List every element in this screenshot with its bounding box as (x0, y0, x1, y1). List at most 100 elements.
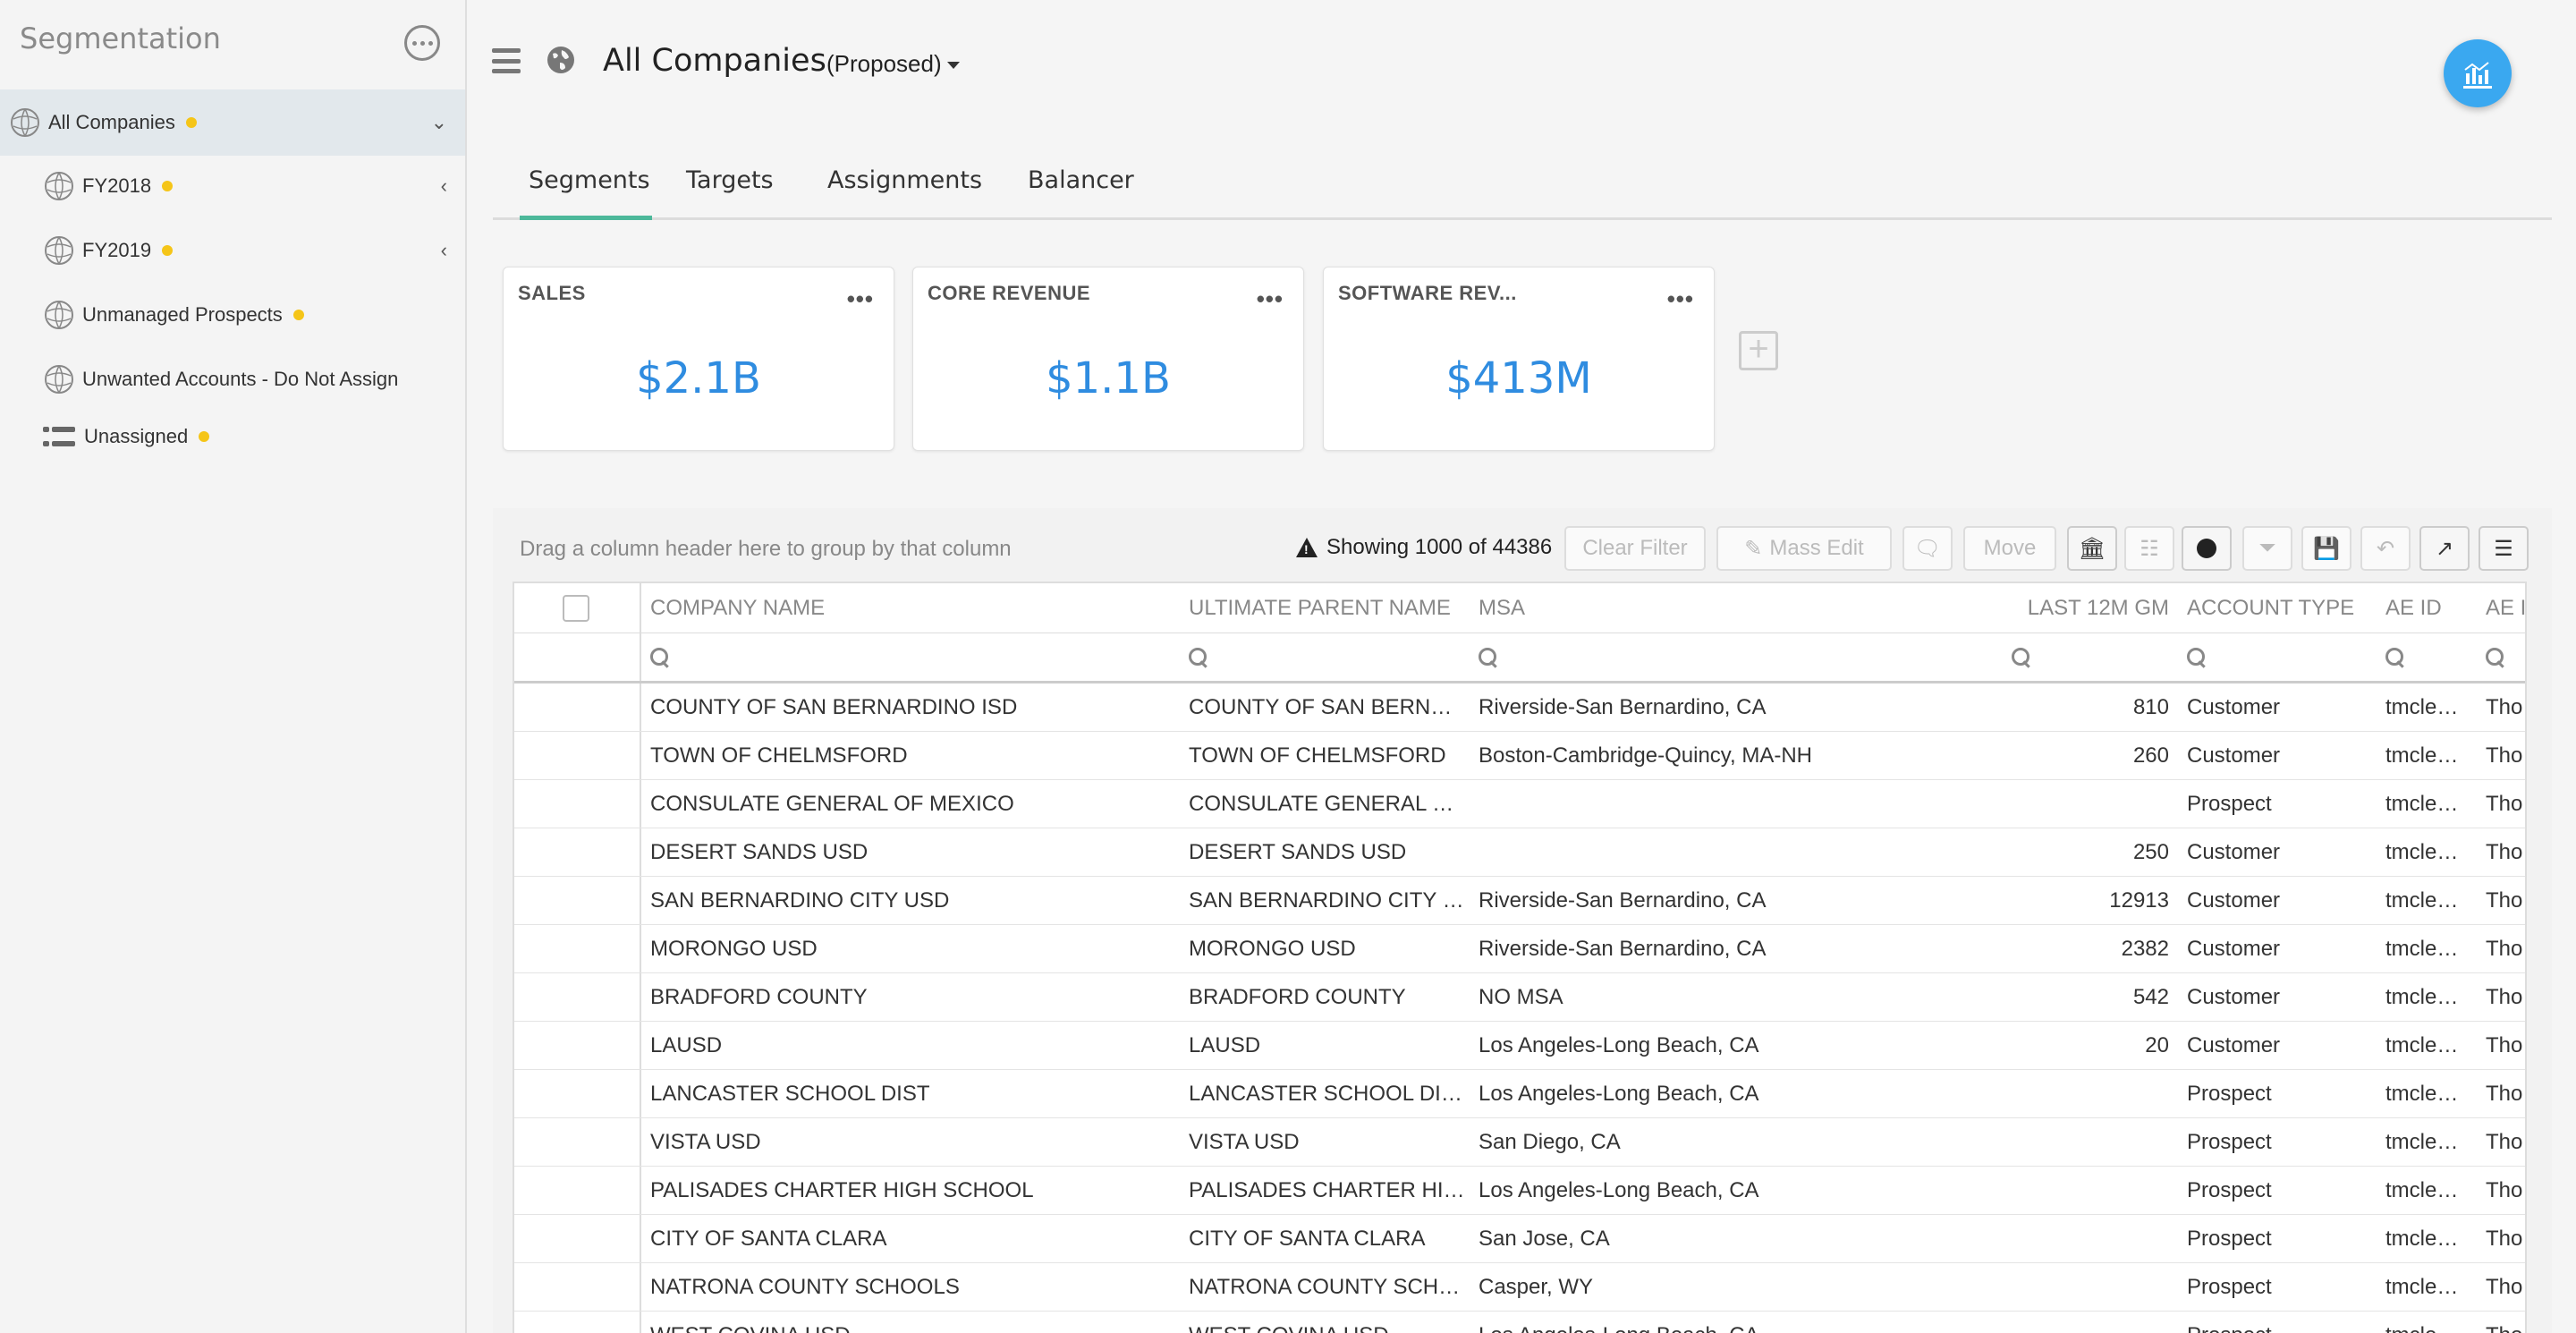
ae-name-cell[interactable]: Tho (2477, 1263, 2525, 1311)
undo-icon[interactable]: ↶ (2360, 526, 2411, 571)
company-name-cell[interactable]: NATRONA COUNTY SCHOOLS (641, 1263, 1178, 1311)
tab-assignments[interactable]: Assignments (827, 166, 982, 220)
msa-cell[interactable]: Los Angeles-Long Beach, CA (1470, 1070, 1970, 1117)
account-type-cell[interactable]: Customer (2178, 877, 2375, 924)
column-filter-gm[interactable] (2003, 633, 2173, 681)
parent-name-cell[interactable]: CITY OF SANTA CLARA (1180, 1215, 1468, 1262)
tree-item-unwanted-accounts[interactable]: Unwanted Accounts - Do Not Assign (43, 361, 454, 397)
column-filter-account-type[interactable] (2178, 633, 2375, 681)
last-12m-gm-cell[interactable]: 542 (1972, 973, 2176, 1021)
ae-id-cell[interactable]: tmcle… (2377, 1215, 2475, 1262)
parent-name-cell[interactable]: SAN BERNARDINO CITY … (1180, 877, 1468, 924)
filter-icon[interactable]: ⏷ (2242, 526, 2292, 571)
company-name-cell[interactable]: CONSULATE GENERAL OF MEXICO (641, 780, 1178, 828)
account-type-cell[interactable]: Prospect (2178, 1118, 2375, 1166)
table-row[interactable]: LAUSD LAUSD Los Angeles-Long Beach, CA 20 Cu… (514, 1022, 2525, 1070)
ae-id-cell[interactable]: tmcle… (2377, 925, 2475, 972)
parent-name-cell[interactable]: NATRONA COUNTY SCH… (1180, 1263, 1468, 1311)
company-name-cell[interactable]: WEST COVINA USD (641, 1312, 1178, 1333)
column-header[interactable]: ACCOUNT TYPE (2178, 583, 2375, 633)
msa-cell[interactable]: Boston-Cambridge-Quincy, MA-NH (1470, 732, 1970, 779)
chevron-left-icon[interactable]: ‹ (441, 174, 447, 198)
table-row[interactable]: SAN BERNARDINO CITY USD SAN BERNARDINO CI… (514, 877, 2525, 925)
account-type-cell[interactable]: Prospect (2178, 1167, 2375, 1214)
msa-cell[interactable]: Riverside-San Bernardino, CA (1470, 683, 1970, 731)
account-type-cell[interactable]: Prospect (2178, 1263, 2375, 1311)
company-name-cell[interactable]: PALISADES CHARTER HIGH SCHOOL (641, 1167, 1178, 1214)
table-row[interactable]: PALISADES CHARTER HIGH SCHOOL PALISADES C… (514, 1167, 2525, 1215)
last-12m-gm-cell[interactable]: 250 (1972, 828, 2176, 876)
comment-icon[interactable]: 🗨 (1902, 526, 1953, 571)
account-type-cell[interactable]: Prospect (2178, 1312, 2375, 1333)
table-row[interactable]: VISTA USD VISTA USD San Diego, CA Prospect t… (514, 1118, 2525, 1167)
ae-name-cell[interactable]: Tho (2477, 973, 2525, 1021)
last-12m-gm-cell[interactable] (1972, 1215, 2176, 1262)
ae-id-cell[interactable]: tmcle… (2377, 1070, 2475, 1117)
last-12m-gm-cell[interactable] (1972, 1263, 2176, 1311)
account-type-cell[interactable]: Customer (2178, 732, 2375, 779)
msa-cell[interactable]: Los Angeles-Long Beach, CA (1470, 1022, 1970, 1069)
account-type-cell[interactable]: Prospect (2178, 1070, 2375, 1117)
table-row[interactable]: CONSULATE GENERAL OF MEXICO CONSULATE GEN… (514, 780, 2525, 828)
last-12m-gm-cell[interactable] (1972, 1312, 2176, 1333)
company-name-cell[interactable]: SAN BERNARDINO CITY USD (641, 877, 1178, 924)
company-name-cell[interactable]: LAUSD (641, 1022, 1178, 1069)
last-12m-gm-cell[interactable]: 12913 (1972, 877, 2176, 924)
chevron-down-icon[interactable]: ⌄ (431, 111, 447, 134)
last-12m-gm-cell[interactable] (1972, 1118, 2176, 1166)
table-row[interactable]: DESERT SANDS USD DESERT SANDS USD 250 Custo… (514, 828, 2525, 877)
account-type-cell[interactable]: Prospect (2178, 780, 2375, 828)
last-12m-gm-cell[interactable]: 260 (1972, 732, 2176, 779)
msa-cell[interactable]: Casper, WY (1470, 1263, 1970, 1311)
metric-card-software-revenue[interactable]: SOFTWARE REV... ••• $413M (1323, 267, 1715, 451)
columns-icon[interactable]: ☰ (2479, 526, 2529, 571)
table-row[interactable]: LANCASTER SCHOOL DIST LANCASTER SCHOOL DI… (514, 1070, 2525, 1118)
more-options-icon[interactable] (404, 25, 440, 61)
account-type-cell[interactable]: Customer (2178, 828, 2375, 876)
metric-card-core-revenue[interactable]: CORE REVENUE ••• $1.1B (912, 267, 1304, 451)
column-header[interactable]: LAST 12M GM (1972, 583, 2176, 633)
company-name-cell[interactable]: DESERT SANDS USD (641, 828, 1178, 876)
tab-segments[interactable]: Segments (520, 166, 652, 220)
bank-icon[interactable]: 🏛 (2067, 526, 2117, 571)
ae-id-cell[interactable]: tmcle… (2377, 683, 2475, 731)
ae-id-cell[interactable]: tmcle… (2377, 828, 2475, 876)
analytics-chart-button[interactable] (2444, 39, 2512, 107)
tree-item-unmanaged-prospects[interactable]: Unmanaged Prospects (43, 297, 454, 333)
tab-balancer[interactable]: Balancer (1028, 166, 1134, 220)
ae-id-cell[interactable]: tmcle… (2377, 973, 2475, 1021)
account-type-cell[interactable]: Customer (2178, 973, 2375, 1021)
table-row[interactable]: NATRONA COUNTY SCHOOLS NATRONA COUNTY SCH… (514, 1263, 2525, 1312)
parent-name-cell[interactable]: COUNTY OF SAN BERN… (1180, 683, 1468, 731)
hamburger-menu-icon[interactable] (492, 48, 521, 73)
last-12m-gm-cell[interactable] (1972, 1070, 2176, 1117)
ae-id-cell[interactable]: tmcle… (2377, 1022, 2475, 1069)
column-filter-msa[interactable] (1470, 633, 1970, 681)
ae-id-cell[interactable]: tmcle… (2377, 1118, 2475, 1166)
ae-id-cell[interactable]: tmcle… (2377, 780, 2475, 828)
last-12m-gm-cell[interactable] (1972, 1167, 2176, 1214)
ae-name-cell[interactable]: Tho (2477, 1070, 2525, 1117)
move-button[interactable]: Move (1963, 526, 2056, 571)
table-row[interactable]: COUNTY OF SAN BERNARDINO ISD COUNTY OF SA… (514, 683, 2525, 732)
tree-item-all-companies[interactable]: All Companies ⌄ (0, 89, 465, 156)
msa-cell[interactable]: San Diego, CA (1470, 1118, 1970, 1166)
column-filter-parent[interactable] (1180, 633, 1468, 681)
chevron-left-icon[interactable]: ‹ (441, 239, 447, 262)
column-filter-company[interactable] (641, 633, 1178, 681)
column-header[interactable]: MSA (1470, 583, 1738, 633)
ae-name-cell[interactable]: Tho (2477, 732, 2525, 779)
ae-id-cell[interactable]: tmcle… (2377, 1263, 2475, 1311)
tree-item-fy2019[interactable]: FY2019 ‹ (43, 233, 454, 268)
ae-name-cell[interactable]: Tho (2477, 925, 2525, 972)
select-all-checkbox-cell[interactable] (554, 583, 607, 633)
ae-id-cell[interactable]: tmcle… (2377, 1167, 2475, 1214)
msa-cell[interactable]: Riverside-San Bernardino, CA (1470, 877, 1970, 924)
ae-name-cell[interactable]: Tho (2477, 877, 2525, 924)
msa-cell[interactable]: Riverside-San Bernardino, CA (1470, 925, 1970, 972)
table-row[interactable]: BRADFORD COUNTY BRADFORD COUNTY NO MSA 542 C… (514, 973, 2525, 1022)
company-name-cell[interactable]: VISTA USD (641, 1118, 1178, 1166)
company-name-cell[interactable]: BRADFORD COUNTY (641, 973, 1178, 1021)
parent-name-cell[interactable]: MORONGO USD (1180, 925, 1468, 972)
parent-name-cell[interactable]: LAUSD (1180, 1022, 1468, 1069)
